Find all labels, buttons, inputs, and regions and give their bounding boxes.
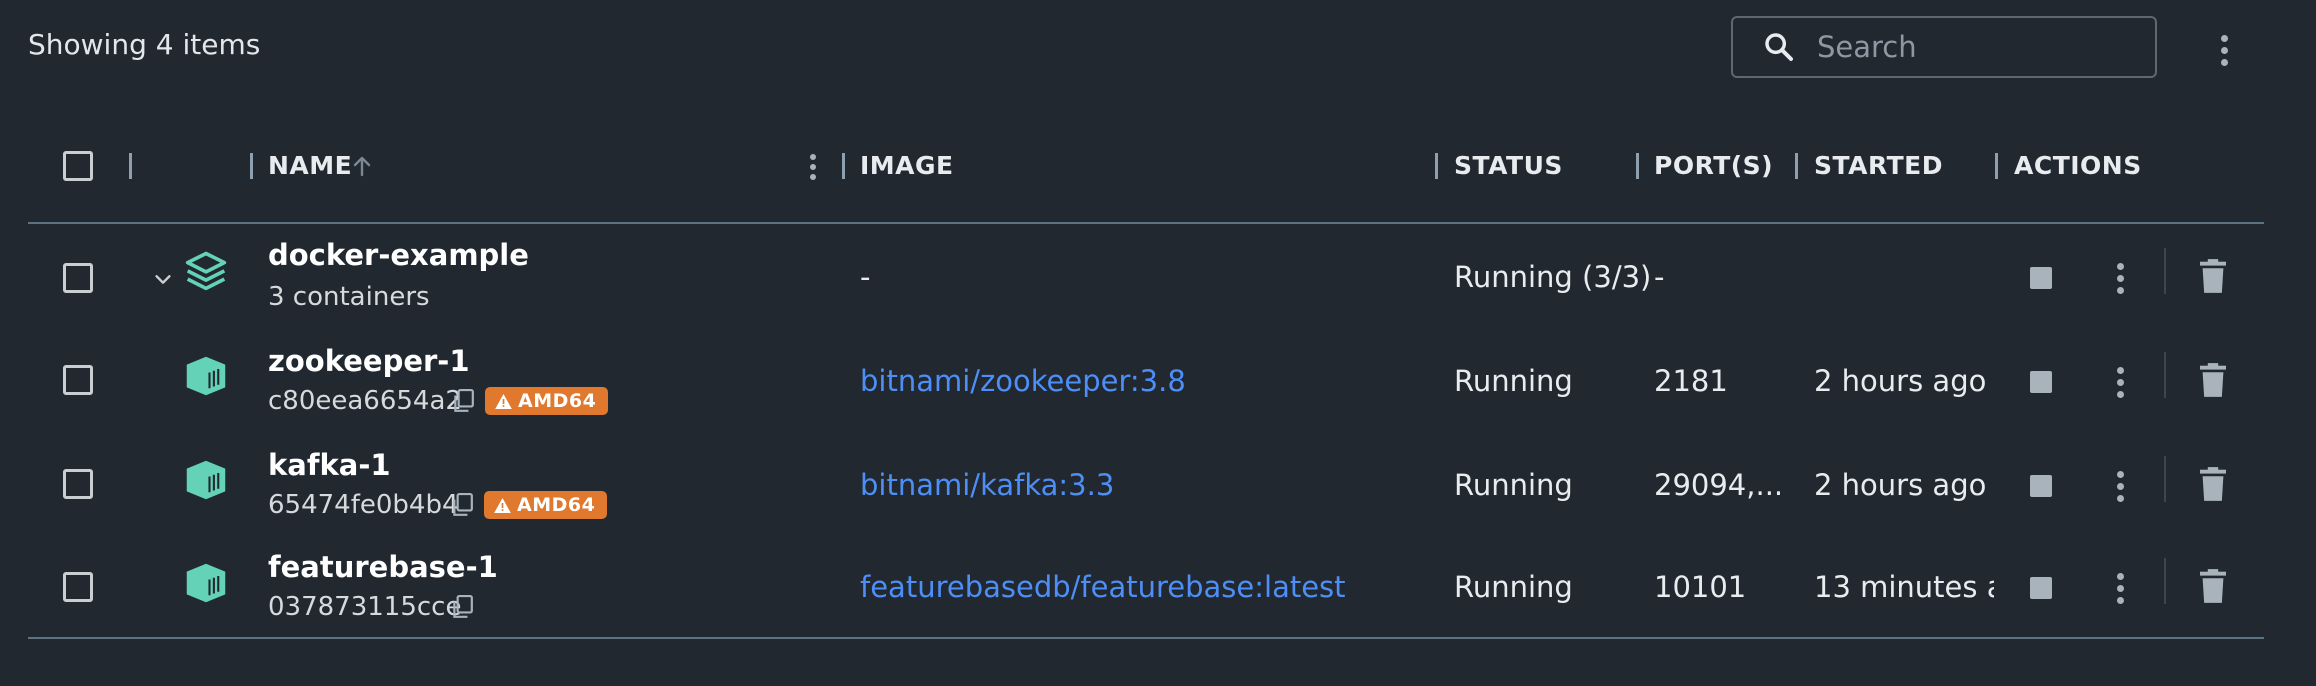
image-link[interactable]: bitnami/zookeeper:3.8 xyxy=(860,364,1186,398)
column-resize-handle[interactable] xyxy=(842,153,845,179)
trash-icon[interactable] xyxy=(2200,259,2226,293)
more-options-icon[interactable] xyxy=(2114,469,2126,503)
more-options-icon[interactable] xyxy=(2114,571,2126,605)
stop-icon[interactable] xyxy=(2030,267,2052,289)
search-icon xyxy=(1765,33,1793,61)
table-row[interactable]: kafka-1 65474fe0b4b4 AMD64 bitnami/kafka… xyxy=(0,434,2316,538)
row-checkbox[interactable] xyxy=(63,572,93,602)
status-cell: Running xyxy=(1454,570,1573,604)
column-resize-handle[interactable] xyxy=(129,153,132,179)
arch-badge: AMD64 xyxy=(484,491,608,519)
row-checkbox[interactable] xyxy=(63,365,93,395)
stop-icon[interactable] xyxy=(2030,577,2052,599)
stack-name[interactable]: docker-example xyxy=(268,238,529,272)
copy-icon[interactable] xyxy=(451,595,473,619)
started-cell: 2 hours ago xyxy=(1814,468,1987,502)
ports-cell[interactable]: 2181 xyxy=(1654,364,1728,398)
sort-ascending-icon[interactable] xyxy=(350,154,374,178)
search-input[interactable] xyxy=(1815,29,2139,65)
table-bottom-divider xyxy=(28,637,2264,639)
started-cell: 13 minutes ag xyxy=(1814,570,1994,604)
stop-icon[interactable] xyxy=(2030,371,2052,393)
column-resize-handle[interactable] xyxy=(250,153,253,179)
column-resize-handle[interactable] xyxy=(1795,153,1798,179)
image-link[interactable]: bitnami/kafka:3.3 xyxy=(860,468,1114,502)
warning-icon xyxy=(494,497,511,513)
row-checkbox[interactable] xyxy=(63,469,93,499)
stop-icon[interactable] xyxy=(2030,475,2052,497)
more-options-icon[interactable] xyxy=(2218,30,2230,70)
column-header-ports[interactable]: PORT(S) xyxy=(1654,151,1773,180)
ports-cell[interactable]: 10101 xyxy=(1654,570,1746,604)
copy-icon[interactable] xyxy=(451,493,473,517)
column-resize-handle[interactable] xyxy=(1435,153,1438,179)
items-count: Showing 4 items xyxy=(28,28,261,61)
container-id: 037873115cce xyxy=(268,592,462,622)
status-cell: Running xyxy=(1454,364,1573,398)
column-header-status[interactable]: STATUS xyxy=(1454,151,1563,180)
divider xyxy=(2164,248,2166,294)
arch-badge-label: AMD64 xyxy=(518,390,597,412)
more-options-icon[interactable] xyxy=(2114,365,2126,399)
table-row-group[interactable]: docker-example 3 containers - Running (3… xyxy=(0,226,2316,330)
compose-stack-icon xyxy=(185,251,227,291)
ports-cell[interactable]: 29094,... xyxy=(1654,468,1783,502)
chevron-down-icon[interactable] xyxy=(152,268,174,290)
stack-container-count: 3 containers xyxy=(268,282,430,312)
column-resize-handle[interactable] xyxy=(1995,153,1998,179)
column-menu-icon[interactable] xyxy=(808,152,818,182)
search-box[interactable] xyxy=(1731,16,2157,78)
divider xyxy=(2164,456,2166,502)
container-icon xyxy=(186,460,226,500)
container-icon xyxy=(186,356,226,396)
column-header-started[interactable]: STARTED xyxy=(1814,151,1943,180)
column-header-actions: ACTIONS xyxy=(2014,151,2142,180)
column-header-image[interactable]: IMAGE xyxy=(860,151,954,180)
column-resize-handle[interactable] xyxy=(1636,153,1639,179)
container-name[interactable]: zookeeper-1 xyxy=(268,344,470,378)
arch-badge-label: AMD64 xyxy=(517,494,596,516)
arch-badge: AMD64 xyxy=(485,387,609,415)
ports-cell: - xyxy=(1654,260,1665,294)
trash-icon[interactable] xyxy=(2200,363,2226,397)
image-link[interactable]: featurebasedb/featurebase:latest xyxy=(860,570,1346,604)
copy-icon[interactable] xyxy=(452,389,474,413)
container-id: 65474fe0b4b4 xyxy=(268,490,459,520)
status-cell: Running xyxy=(1454,468,1573,502)
status-cell: Running (3/3) xyxy=(1454,260,1652,294)
table-row[interactable]: zookeeper-1 c80eea6654a2 AMD64 bitnami/z… xyxy=(0,330,2316,434)
column-header-name[interactable]: NAME xyxy=(268,151,352,180)
started-cell: 2 hours ago xyxy=(1814,364,1987,398)
row-checkbox[interactable] xyxy=(63,263,93,293)
more-options-icon[interactable] xyxy=(2114,261,2126,295)
select-all-checkbox[interactable] xyxy=(63,151,93,181)
container-name[interactable]: featurebase-1 xyxy=(268,550,498,584)
container-name[interactable]: kafka-1 xyxy=(268,448,391,482)
warning-icon xyxy=(495,393,512,409)
image-cell: - xyxy=(860,260,871,294)
trash-icon[interactable] xyxy=(2200,467,2226,501)
container-icon xyxy=(186,563,226,603)
table-row[interactable]: featurebase-1 037873115cce featurebasedb… xyxy=(0,538,2316,636)
container-id: c80eea6654a2 xyxy=(268,386,462,416)
trash-icon[interactable] xyxy=(2200,569,2226,603)
divider xyxy=(2164,352,2166,398)
header-divider xyxy=(28,222,2264,224)
divider xyxy=(2164,558,2166,604)
